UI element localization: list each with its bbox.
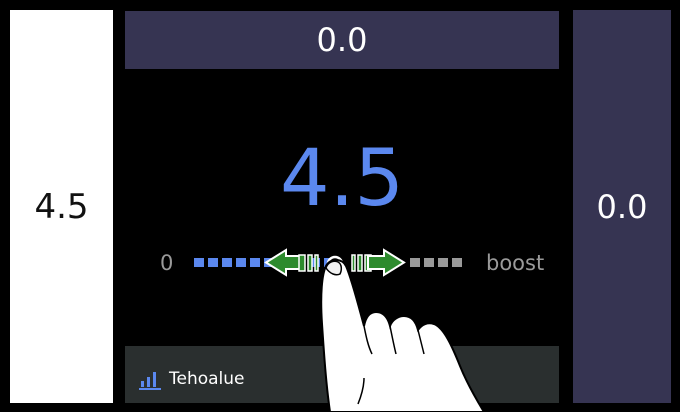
left-value-panel[interactable]: 4.5	[10, 10, 113, 403]
slider-active-track	[194, 258, 334, 267]
left-value: 4.5	[34, 186, 89, 227]
power-range-button[interactable]: Tehoalue	[125, 346, 340, 403]
decrease-arrow-icon[interactable]	[264, 248, 319, 277]
right-value-panel[interactable]: 0.0	[573, 10, 671, 403]
main-gauge-value: 4.5	[279, 134, 405, 224]
top-value: 0.0	[316, 21, 368, 59]
pointing-hand-icon	[320, 259, 486, 412]
top-value-bar[interactable]: 0.0	[125, 11, 559, 69]
screen-frame: 4.5 0.0 0.0 4.5 0 boost Tehoalue	[0, 0, 680, 412]
right-value: 0.0	[596, 187, 648, 226]
bar-chart-icon	[139, 372, 161, 390]
scale-min-label: 0	[160, 251, 174, 275]
power-range-label: Tehoalue	[169, 369, 245, 389]
